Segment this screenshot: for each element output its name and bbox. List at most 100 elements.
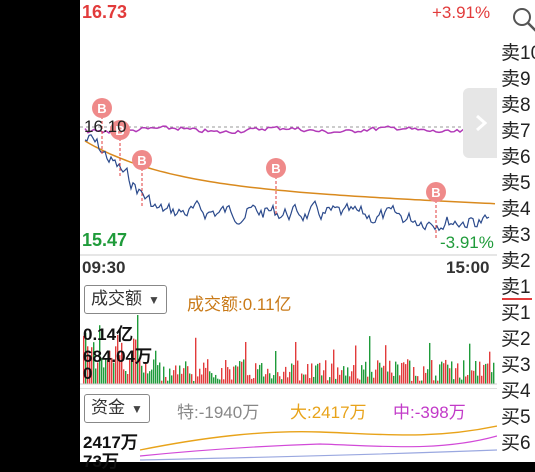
volume-bar [169, 368, 171, 384]
volume-bar [487, 363, 489, 384]
volume-bar [389, 360, 391, 384]
volume-bar [199, 368, 201, 384]
volume-bar [439, 364, 441, 384]
volume-bar [311, 363, 313, 384]
volume-bar [367, 376, 369, 384]
chevron-down-icon: ▼ [148, 293, 160, 307]
volume-bar [245, 341, 247, 384]
buy-level-label: 买5 [501, 407, 531, 428]
volume-bar [225, 360, 227, 384]
volume-bar [189, 373, 191, 384]
sell-level-label: 卖10 [501, 43, 535, 64]
pct-high-label: +3.91% [432, 3, 491, 22]
volume-bar [171, 375, 173, 384]
volume-bar [281, 379, 283, 384]
volume-bar [291, 363, 293, 384]
price-high-label: 16.73 [82, 2, 128, 22]
sell-level-label: 卖3 [501, 225, 531, 246]
volume-bar [471, 370, 473, 384]
volume-bar [285, 366, 287, 384]
volume-bar [451, 361, 453, 384]
volume-bar [403, 362, 405, 384]
volume-bar [379, 362, 381, 384]
sell-level-label: 卖5 [501, 173, 531, 194]
volume-bar [221, 368, 223, 384]
volume-bar [207, 359, 209, 384]
ref-price-label: 16.10 [84, 117, 127, 136]
buy-marker-label: B [431, 185, 440, 200]
buy-markers: BBBBB [92, 98, 446, 240]
volume-bar [177, 374, 179, 384]
volume-bar [151, 369, 153, 384]
volume-bar [195, 337, 197, 384]
volume-bar [395, 361, 397, 384]
volume-bar [323, 370, 325, 384]
volume-bar [445, 359, 447, 384]
volume-bar [289, 371, 291, 384]
search-icon[interactable] [510, 5, 535, 33]
volume-bar [401, 362, 403, 384]
fund-indicator-select[interactable]: 资金 ▼ [84, 394, 150, 423]
volume-bar [155, 350, 157, 384]
buy-marker-label: B [271, 161, 280, 176]
volume-bar [333, 349, 335, 384]
volume-bar [427, 369, 429, 384]
sell-level-label: 卖9 [501, 69, 531, 90]
fund-medium-line [139, 435, 497, 457]
pct-low-label: -3.91% [440, 233, 494, 252]
volume-bar [295, 341, 297, 384]
buy-marker[interactable]: B [426, 182, 446, 240]
price-line [84, 134, 490, 232]
buy-marker[interactable]: B [132, 150, 152, 208]
volume-bar [223, 379, 225, 384]
sell-level-label: 卖4 [501, 199, 531, 220]
sell-level-label: 卖1 [501, 277, 531, 298]
time-end-label: 15:00 [446, 258, 490, 277]
buy-marker[interactable]: B [266, 158, 286, 216]
panel-toggle-handle[interactable] [463, 88, 497, 158]
volume-bar [325, 360, 327, 384]
volume-bar [319, 362, 321, 384]
sell-buy-divider [502, 298, 532, 300]
volume-bar [179, 365, 181, 384]
volume-bar [159, 362, 161, 384]
volume-bar [303, 374, 305, 384]
fund-flow-chart[interactable] [80, 420, 497, 462]
volume-bar [215, 374, 217, 384]
volume-bar [213, 377, 215, 384]
volume-bar [141, 365, 143, 384]
volume-indicator-select[interactable]: 成交额 ▼ [84, 285, 167, 314]
volume-bar [279, 376, 281, 384]
volume-bar [475, 360, 477, 384]
volume-bar [283, 371, 285, 384]
volume-bar [255, 363, 257, 384]
volume-bar [363, 369, 365, 384]
volume-bar [409, 360, 411, 384]
purple-indicator-line [84, 125, 494, 139]
volume-bar [407, 359, 409, 384]
price-low-label: 15.47 [82, 230, 128, 250]
volume-bar [175, 365, 177, 384]
volume-bar [185, 361, 187, 384]
volume-bar [321, 375, 323, 384]
volume-bar [239, 361, 241, 384]
volume-bar [435, 375, 437, 384]
volume-bar [309, 378, 311, 384]
volume-bar [337, 367, 339, 384]
volume-bar [377, 360, 379, 384]
price-chart[interactable]: BBBBB [80, 0, 497, 260]
sell-level-label: 卖2 [501, 251, 531, 272]
volume-bar [355, 345, 357, 384]
volume-bar [211, 373, 213, 384]
volume-bar [183, 368, 185, 384]
volume-bar [479, 361, 481, 384]
volume-bar [257, 369, 259, 384]
volume-bar [181, 373, 183, 384]
volume-bar [483, 364, 485, 384]
volume-bar [443, 363, 445, 384]
volume-bar [357, 378, 359, 384]
volume-bar [197, 376, 199, 384]
volume-bar [229, 369, 231, 384]
volume-bar [241, 361, 243, 384]
volume-bar [329, 377, 331, 384]
